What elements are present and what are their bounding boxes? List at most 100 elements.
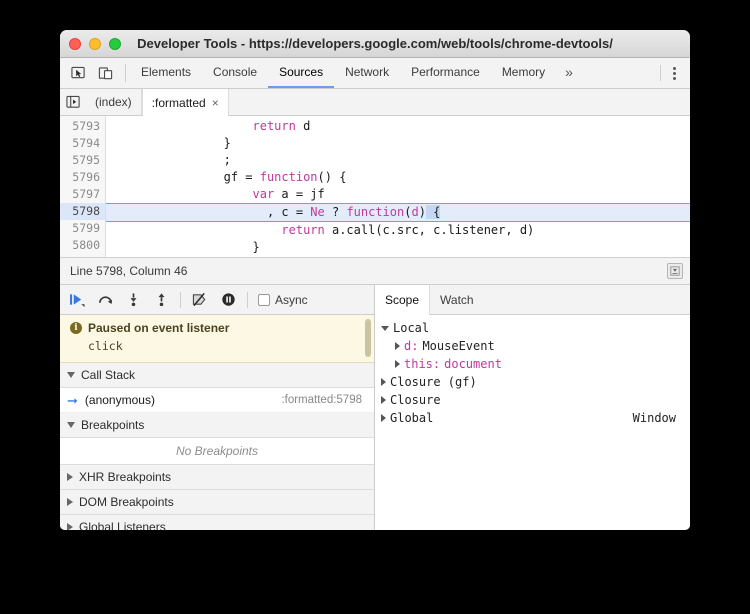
chevron-right-icon — [395, 360, 400, 368]
line-number-current: 5798 — [60, 203, 105, 220]
scope-node-closure[interactable]: Closure — [379, 391, 690, 409]
maximize-window-button[interactable] — [109, 37, 121, 50]
chevron-down-icon — [381, 325, 389, 331]
toolbar-divider-right — [660, 65, 661, 81]
no-breakpoints-message: No Breakpoints — [60, 438, 374, 465]
chevron-down-icon — [67, 372, 75, 378]
tab-network[interactable]: Network — [334, 58, 400, 88]
global-listeners-label: Global Listeners — [79, 520, 166, 530]
step-into-icon[interactable] — [120, 289, 146, 311]
devtools-main-toolbar: Elements Console Sources Network Perform… — [60, 58, 690, 89]
file-tab-formatted[interactable]: :formatted × — [141, 89, 229, 116]
minimize-window-button[interactable] — [89, 37, 101, 50]
current-frame-arrow-icon: ➞ — [67, 392, 78, 408]
inspect-cursor-icon[interactable] — [68, 63, 88, 83]
line-number: 5794 — [72, 136, 100, 150]
double-chevron-right-icon[interactable]: » — [556, 58, 582, 88]
scope-node-value: Window — [632, 411, 676, 425]
code-line: } — [108, 136, 231, 150]
line-number: 5799 — [72, 221, 100, 235]
scope-node-closure-gf[interactable]: Closure (gf) — [379, 373, 690, 391]
scope-node-label: Closure — [390, 393, 441, 407]
tab-console[interactable]: Console — [202, 58, 268, 88]
tab-elements[interactable]: Elements — [130, 58, 202, 88]
line-number: 5797 — [72, 187, 100, 201]
editor-status-bar: Line 5798, Column 46 — [60, 258, 690, 285]
scope-node-d[interactable]: d: MouseEvent — [379, 337, 690, 355]
paused-banner: i Paused on event listener click — [60, 315, 374, 363]
code-line: ; — [108, 153, 231, 167]
dom-breakpoints-section-header[interactable]: DOM Breakpoints — [60, 490, 374, 515]
call-stack-frame-name: (anonymous) — [84, 393, 155, 407]
tab-sources[interactable]: Sources — [268, 58, 335, 88]
scope-node-label: Local — [393, 321, 430, 335]
scope-property-value: document — [444, 357, 502, 371]
call-stack-frame[interactable]: ➞ (anonymous) :formatted:5798 — [60, 388, 374, 413]
xhr-breakpoints-section-header[interactable]: XHR Breakpoints — [60, 465, 374, 490]
cursor-position-text: Line 5798, Column 46 — [70, 264, 188, 278]
xhr-breakpoints-label: XHR Breakpoints — [79, 470, 172, 484]
dom-breakpoints-label: DOM Breakpoints — [79, 495, 174, 509]
paused-scrollbar[interactable] — [365, 319, 371, 357]
toolbar-icon-group — [60, 58, 121, 88]
traffic-light-buttons — [60, 37, 121, 50]
line-number-gutter: 5793 5794 5795 5796 5797 5798 5799 5800 … — [60, 116, 106, 257]
close-icon[interactable]: × — [212, 96, 219, 110]
file-tab-index[interactable]: (index) — [86, 89, 142, 115]
device-toolbar-icon[interactable] — [95, 63, 115, 83]
toolbar-right-group — [660, 58, 690, 88]
line-number: 5793 — [72, 119, 100, 133]
tab-memory[interactable]: Memory — [491, 58, 556, 88]
vertical-dots-menu-icon[interactable] — [667, 66, 682, 80]
breakpoints-section-header[interactable]: Breakpoints — [60, 413, 374, 438]
scope-node-this[interactable]: this: document — [379, 355, 690, 373]
code-line-current: , c = Ne ? function(d) { — [106, 203, 690, 222]
scope-watch-pane: Scope Watch Local d: MouseEvent this: do… — [375, 285, 690, 530]
async-stack-toggle[interactable]: Async — [258, 293, 308, 307]
global-listeners-section-header[interactable]: Global Listeners — [60, 515, 374, 530]
scope-tree: Local d: MouseEvent this: document Closu… — [375, 315, 690, 530]
deactivate-breakpoints-icon[interactable] — [187, 289, 213, 311]
tab-performance[interactable]: Performance — [400, 58, 491, 88]
source-code-editor[interactable]: 5793 5794 5795 5796 5797 5798 5799 5800 … — [60, 116, 690, 258]
scope-property-name: this: — [404, 357, 441, 371]
pause-on-exceptions-icon[interactable] — [215, 289, 241, 311]
code-line: } — [108, 240, 260, 254]
chevron-right-icon — [67, 523, 73, 530]
line-number: 5796 — [72, 170, 100, 184]
scope-property-name: d: — [404, 339, 419, 353]
file-tab-label: (index) — [95, 95, 132, 109]
chevron-down-icon — [67, 422, 75, 428]
code-line: return d — [252, 119, 311, 133]
close-window-button[interactable] — [69, 37, 81, 50]
debugger-left-pane: Async i Paused on event listener click C… — [60, 285, 375, 530]
step-out-icon[interactable] — [148, 289, 174, 311]
scope-node-local[interactable]: Local — [379, 319, 690, 337]
collapse-panel-icon[interactable] — [667, 263, 683, 279]
call-stack-label: Call Stack — [81, 368, 136, 382]
line-number: 5800 — [72, 238, 100, 252]
call-stack-frame-location: :formatted:5798 — [281, 394, 362, 406]
scope-watch-tabbar: Scope Watch — [375, 285, 690, 315]
chevron-right-icon — [67, 473, 73, 481]
toolbar-divider — [125, 64, 126, 82]
debugger-toolbar-divider-2 — [247, 291, 248, 308]
call-stack-section-header[interactable]: Call Stack — [60, 363, 374, 388]
code-text-area[interactable]: return d } ; gf = function() { var a = j… — [106, 116, 690, 257]
code-line: gf = function() { — [108, 170, 347, 184]
step-over-icon[interactable] — [92, 289, 118, 311]
resume-icon[interactable] — [64, 289, 90, 311]
info-icon: i — [70, 322, 82, 334]
chevron-right-icon — [67, 498, 73, 506]
show-navigator-icon[interactable] — [60, 89, 86, 115]
tab-watch[interactable]: Watch — [430, 285, 484, 314]
code-line: : function(d) { — [106, 256, 690, 257]
chevron-right-icon — [381, 378, 386, 386]
file-tab-label: :formatted — [151, 95, 206, 110]
chevron-right-icon — [381, 396, 386, 404]
async-checkbox[interactable] — [258, 293, 270, 306]
source-file-tabbar: (index) :formatted × — [60, 89, 690, 116]
code-line: return a.call(c.src, c.listener, d) — [281, 223, 535, 237]
tab-scope[interactable]: Scope — [375, 285, 431, 315]
scope-node-global[interactable]: Global Window — [379, 409, 690, 427]
